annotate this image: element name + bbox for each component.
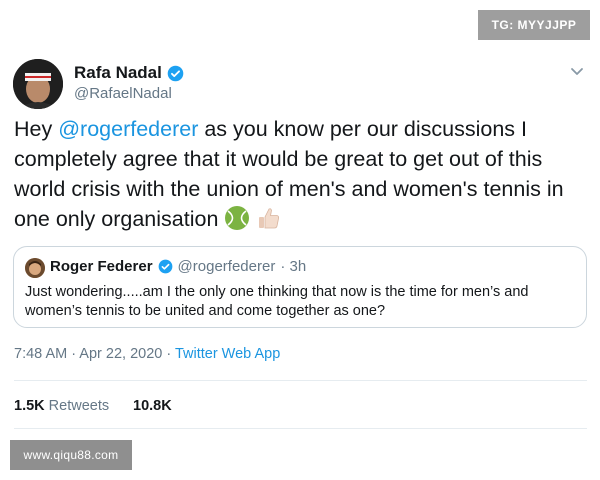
tweet-text-intro: Hey	[14, 117, 59, 141]
quoted-author-avatar	[25, 258, 45, 278]
retweets-count: 1.5K	[14, 398, 45, 414]
mention-link[interactable]: @rogerfederer	[58, 117, 198, 141]
tweet-timestamp-line: 7:48 AM · Apr 22, 2020 · Twitter Web App	[14, 346, 280, 362]
chevron-down-icon[interactable]	[569, 63, 585, 79]
tweet-text: Hey @rogerfederer as you know per our di…	[14, 114, 588, 234]
author-name[interactable]: Rafa Nadal	[74, 63, 162, 83]
quoted-tweet-card[interactable]: Roger Federer @rogerfederer · 3h Just wo…	[13, 246, 587, 328]
likes-count[interactable]: 10.8K	[133, 398, 172, 414]
tweet-timestamp[interactable]: 7:48 AM · Apr 22, 2020 ·	[14, 346, 175, 362]
verified-badge-icon	[167, 65, 184, 82]
author-name-row[interactable]: Rafa Nadal	[74, 63, 184, 83]
avatar-image	[13, 59, 63, 109]
divider	[14, 428, 587, 429]
telegram-watermark-badge: TG: MYYJJPP	[478, 10, 590, 40]
quoted-author-name: Roger Federer	[50, 258, 153, 275]
quoted-author-handle: @rogerfederer	[177, 258, 276, 275]
tweet-source-link[interactable]: Twitter Web App	[175, 346, 280, 362]
tennis-ball-emoji-icon	[224, 205, 250, 231]
divider	[14, 380, 587, 381]
watermark-text: www.qiqu88.com	[23, 448, 119, 462]
blurred-overlay	[176, 392, 596, 422]
badge-text: TG: MYYJJPP	[491, 18, 577, 32]
verified-badge-icon	[158, 259, 173, 274]
thumbs-up-emoji-icon	[256, 205, 282, 231]
author-handle[interactable]: @RafaelNadal	[74, 85, 172, 102]
quoted-tweet-text: Just wondering.....am I the only one thi…	[25, 284, 529, 319]
retweets-stat[interactable]: 1.5K Retweets	[14, 398, 109, 414]
author-avatar[interactable]	[13, 59, 63, 109]
quoted-tweet-time: · 3h	[280, 258, 307, 275]
site-watermark: www.qiqu88.com	[10, 440, 132, 470]
retweets-label: Retweets	[48, 398, 110, 414]
quoted-tweet-header: Roger Federer @rogerfederer · 3h	[50, 258, 306, 275]
